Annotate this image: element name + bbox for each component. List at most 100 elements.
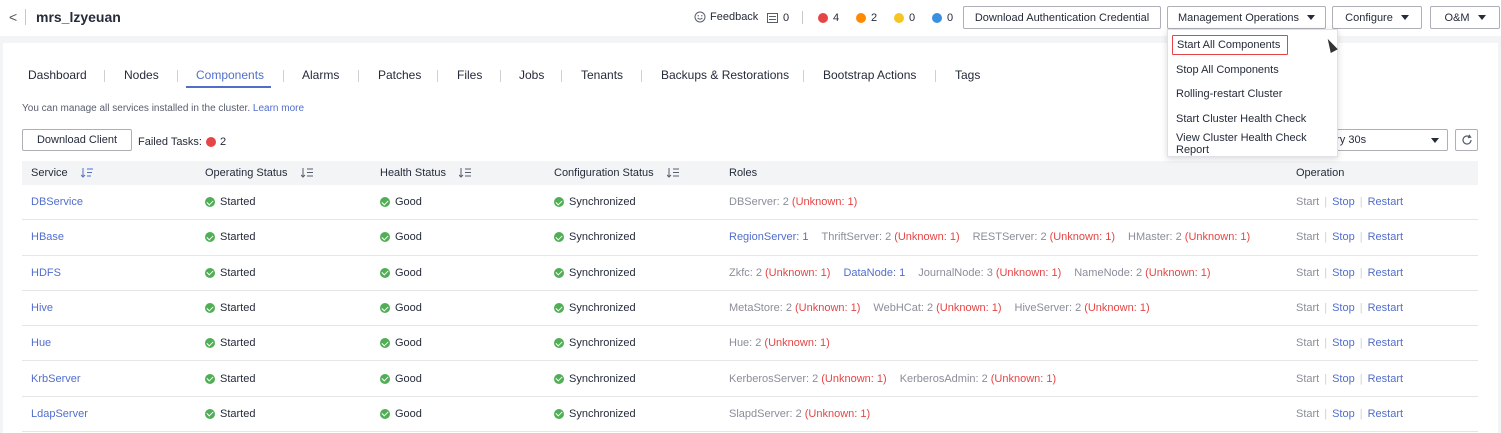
- stop-link[interactable]: Stop: [1332, 196, 1355, 208]
- role-unknown-count[interactable]: (Unknown: 1): [1145, 267, 1210, 279]
- operation-cell: Start | Stop | Restart: [1296, 267, 1403, 279]
- column-header-operating-status[interactable]: Operating Status: [205, 167, 313, 179]
- check-circle-icon: [380, 338, 390, 349]
- major-alarm-icon: [856, 13, 866, 23]
- restart-link[interactable]: Restart: [1368, 337, 1403, 349]
- sort-icon: [666, 168, 679, 178]
- restart-link[interactable]: Restart: [1368, 267, 1403, 279]
- alarm-critical[interactable]: 4: [818, 12, 839, 24]
- stop-link[interactable]: Stop: [1332, 267, 1355, 279]
- status-text: Started: [220, 407, 256, 420]
- table-row: KrbServer Started Good Synchronized Kerberos…: [22, 361, 1478, 397]
- tab-jobs[interactable]: Jobs: [519, 68, 544, 88]
- column-header-health-status[interactable]: Health Status: [380, 167, 472, 179]
- minor-alarm-icon: [894, 13, 904, 23]
- tab-dashboard[interactable]: Dashboard: [28, 68, 87, 88]
- role-entry: ThriftServer: 2 (Unknown: 1): [822, 231, 960, 243]
- service-link[interactable]: Hue: [31, 337, 51, 349]
- tab-patches[interactable]: Patches: [378, 68, 421, 88]
- alarm-major[interactable]: 2: [856, 12, 877, 24]
- stop-link[interactable]: Stop: [1332, 302, 1355, 314]
- stop-link[interactable]: Stop: [1332, 373, 1355, 385]
- column-header-configuration-status[interactable]: Configuration Status: [554, 167, 679, 179]
- role-name[interactable]: DataNode: 1: [843, 267, 905, 279]
- learn-more-link[interactable]: Learn more: [253, 103, 304, 114]
- role-unknown-count[interactable]: (Unknown: 1): [821, 373, 886, 385]
- role-unknown-count[interactable]: (Unknown: 1): [764, 337, 829, 349]
- refresh-button[interactable]: [1455, 129, 1478, 151]
- menu-item-stop-all-components[interactable]: Stop All Components: [1176, 60, 1279, 80]
- check-circle-icon: [205, 303, 215, 314]
- start-link[interactable]: Start: [1296, 267, 1319, 279]
- restart-link[interactable]: Restart: [1368, 373, 1403, 385]
- role-entry: Hue: 2 (Unknown: 1): [729, 337, 830, 349]
- tab-components[interactable]: Components: [196, 68, 264, 88]
- menu-item-start-cluster-health-check[interactable]: Start Cluster Health Check: [1176, 109, 1306, 129]
- service-link[interactable]: DBService: [31, 196, 83, 208]
- health-status: Good: [380, 231, 422, 243]
- configure-button[interactable]: Configure: [1332, 6, 1422, 29]
- download-credential-button[interactable]: Download Authentication Credential: [963, 6, 1161, 29]
- role-unknown-count[interactable]: (Unknown: 1): [765, 267, 830, 279]
- service-link[interactable]: HBase: [31, 231, 64, 243]
- messages-count: 0: [783, 12, 790, 24]
- om-button[interactable]: O&M: [1430, 6, 1500, 29]
- menu-item-start-all-components[interactable]: Start All Components: [1172, 35, 1289, 55]
- restart-link[interactable]: Restart: [1368, 408, 1403, 420]
- service-link[interactable]: Hive: [31, 302, 53, 314]
- alarm-warning[interactable]: 0: [932, 12, 953, 24]
- role-unknown-count[interactable]: (Unknown: 1): [1084, 302, 1149, 314]
- chevron-left-icon[interactable]: <: [9, 9, 17, 25]
- column-header-service[interactable]: Service: [31, 167, 93, 179]
- role-unknown-count[interactable]: (Unknown: 1): [991, 373, 1056, 385]
- start-link[interactable]: Start: [1296, 337, 1319, 349]
- messages-counter[interactable]: 0: [767, 12, 789, 24]
- status-text: Synchronized: [569, 196, 636, 209]
- start-link[interactable]: Start: [1296, 196, 1319, 208]
- tab-tenants[interactable]: Tenants: [581, 68, 623, 88]
- role-unknown-count[interactable]: (Unknown: 1): [805, 408, 870, 420]
- restart-link[interactable]: Restart: [1368, 196, 1403, 208]
- check-circle-icon: [380, 197, 390, 208]
- role-unknown-count[interactable]: (Unknown: 1): [1185, 231, 1250, 243]
- tab-backups-restorations[interactable]: Backups & Restorations: [661, 68, 789, 88]
- download-client-button[interactable]: Download Client: [22, 129, 132, 151]
- service-link[interactable]: KrbServer: [31, 373, 81, 385]
- tab-files[interactable]: Files: [457, 68, 482, 88]
- role-unknown-count[interactable]: (Unknown: 1): [894, 231, 959, 243]
- menu-item-view-cluster-health-check-report[interactable]: View Cluster Health Check Report: [1176, 132, 1337, 156]
- restart-link[interactable]: Restart: [1368, 302, 1403, 314]
- service-link[interactable]: HDFS: [31, 267, 61, 279]
- stop-link[interactable]: Stop: [1332, 231, 1355, 243]
- tab-alarms[interactable]: Alarms: [302, 68, 339, 88]
- stop-link[interactable]: Stop: [1332, 408, 1355, 420]
- failed-tasks[interactable]: Failed Tasks: 2: [138, 136, 226, 148]
- service-link[interactable]: LdapServer: [31, 408, 88, 420]
- tab-tags[interactable]: Tags: [955, 68, 980, 88]
- menu-item-rolling-restart-cluster[interactable]: Rolling-restart Cluster: [1176, 84, 1282, 104]
- start-link[interactable]: Start: [1296, 373, 1319, 385]
- role-unknown-count[interactable]: (Unknown: 1): [795, 302, 860, 314]
- role-unknown-count[interactable]: (Unknown: 1): [792, 196, 857, 208]
- refresh-interval-select[interactable]: ery 30s: [1323, 129, 1448, 151]
- start-link[interactable]: Start: [1296, 408, 1319, 420]
- tab-bootstrap-actions[interactable]: Bootstrap Actions: [823, 68, 916, 88]
- role-name[interactable]: RegionServer: 1: [729, 231, 809, 243]
- management-operations-button[interactable]: Management Operations: [1167, 6, 1326, 29]
- column-header-roles: Roles: [729, 167, 758, 179]
- stop-link[interactable]: Stop: [1332, 337, 1355, 349]
- role-unknown-count[interactable]: (Unknown: 1): [996, 267, 1061, 279]
- operating-status: Started: [205, 408, 255, 420]
- roles-cell: SlapdServer: 2 (Unknown: 1): [729, 408, 883, 420]
- role-entry[interactable]: RegionServer: 1: [729, 231, 809, 243]
- start-link[interactable]: Start: [1296, 231, 1319, 243]
- role-unknown-count[interactable]: (Unknown: 1): [936, 302, 1001, 314]
- tab-nodes[interactable]: Nodes: [124, 68, 159, 88]
- role-unknown-count[interactable]: (Unknown: 1): [1050, 231, 1115, 243]
- configuration-status: Synchronized: [554, 231, 636, 243]
- role-entry[interactable]: DataNode: 1: [843, 267, 905, 279]
- alarm-minor[interactable]: 0: [894, 12, 915, 24]
- restart-link[interactable]: Restart: [1368, 231, 1403, 243]
- feedback-link[interactable]: Feedback: [694, 11, 758, 23]
- start-link[interactable]: Start: [1296, 302, 1319, 314]
